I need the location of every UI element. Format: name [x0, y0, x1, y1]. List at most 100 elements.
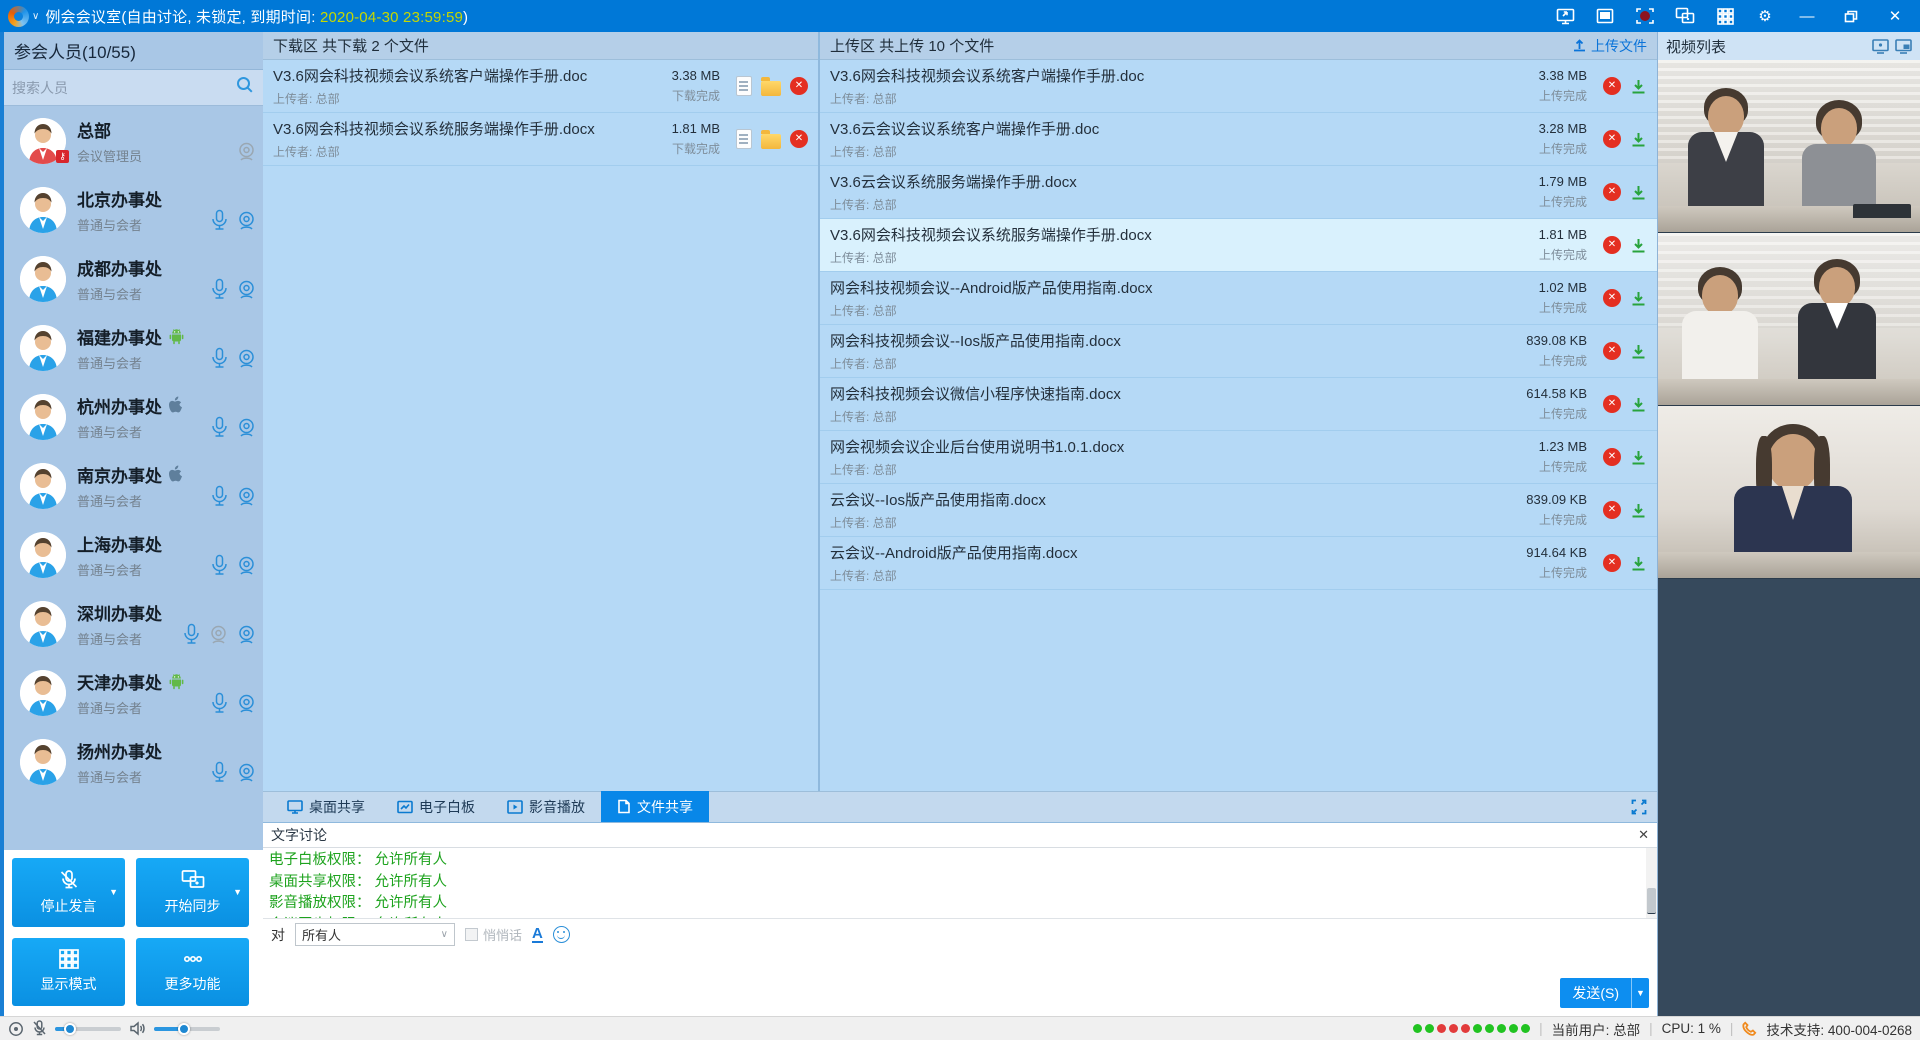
video-thumbnail[interactable] [1658, 60, 1920, 233]
participant-row[interactable]: 扬州办事处 普通与会者 [4, 727, 263, 796]
camera-icon[interactable] [236, 555, 257, 576]
record-icon[interactable] [1630, 4, 1660, 28]
upload-file-row[interactable]: 网会科技视频会议--Android版产品使用指南.docx 上传者: 总部 1.… [820, 272, 1657, 325]
whiteboard-icon[interactable] [1590, 4, 1620, 28]
video-layout-icon[interactable] [1872, 39, 1889, 54]
download-file-icon[interactable] [1630, 449, 1647, 466]
message-input-area[interactable]: 发送(S) ▼ [263, 951, 1657, 1017]
tab-file-share[interactable]: 文件共享 [601, 791, 709, 822]
participant-row[interactable]: 深圳办事处 普通与会者 [4, 589, 263, 658]
delete-file-icon[interactable]: ✕ [1603, 448, 1621, 466]
recipient-dropdown[interactable]: 所有人 ∨ [295, 923, 455, 946]
download-file-icon[interactable] [1630, 131, 1647, 148]
camera-disabled-icon[interactable] [236, 141, 257, 162]
microphone-icon[interactable] [210, 347, 229, 370]
download-file-icon[interactable] [1630, 343, 1647, 360]
microphone-icon[interactable] [210, 692, 229, 715]
tab-media-play[interactable]: 影音播放 [491, 791, 601, 822]
display-grid-icon[interactable] [1710, 4, 1740, 28]
webcam-status-icon[interactable] [8, 1021, 24, 1037]
speaker-icon[interactable] [129, 1021, 146, 1036]
delete-file-icon[interactable]: ✕ [1603, 77, 1621, 95]
camera-icon[interactable] [236, 417, 257, 438]
microphone-muted-icon[interactable] [32, 1020, 47, 1037]
upload-file-row[interactable]: V3.6云会议会议系统客户端操作手册.doc 上传者: 总部 3.28 MB 上… [820, 113, 1657, 166]
minimize-button[interactable]: — [1790, 4, 1824, 28]
download-file-row[interactable]: V3.6网会科技视频会议系统服务端操作手册.docx 上传者: 总部 1.81 … [263, 113, 818, 166]
upload-file-row[interactable]: 网会科技视频会议微信小程序快速指南.docx 上传者: 总部 614.58 KB… [820, 378, 1657, 431]
checkbox-icon[interactable] [465, 928, 478, 941]
screen-share-icon[interactable] [1550, 4, 1580, 28]
upload-file-row[interactable]: V3.6网会科技视频会议系统服务端操作手册.docx 上传者: 总部 1.81 … [820, 219, 1657, 272]
video-popup-icon[interactable] [1895, 39, 1912, 54]
participant-row[interactable]: 天津办事处 普通与会者 [4, 658, 263, 727]
camera-icon[interactable] [236, 210, 257, 231]
participant-row[interactable]: 福建办事处 普通与会者 [4, 313, 263, 382]
participant-row[interactable]: ⚷ 总部 会议管理员 [4, 106, 263, 175]
stop-speaking-button[interactable]: 停止发言 ▼ [12, 858, 125, 927]
delete-file-icon[interactable]: ✕ [1603, 554, 1621, 572]
delete-file-icon[interactable]: ✕ [1603, 501, 1621, 519]
download-file-row[interactable]: V3.6网会科技视频会议系统客户端操作手册.doc 上传者: 总部 3.38 M… [263, 60, 818, 113]
restore-button[interactable] [1834, 4, 1868, 28]
close-button[interactable]: ✕ [1878, 4, 1912, 28]
camera-icon[interactable] [236, 693, 257, 714]
upload-file-row[interactable]: V3.6网会科技视频会议系统客户端操作手册.doc 上传者: 总部 3.38 M… [820, 60, 1657, 113]
camera-icon[interactable] [236, 762, 257, 783]
open-folder-icon[interactable] [761, 81, 781, 96]
microphone-icon[interactable] [210, 416, 229, 439]
more-functions-button[interactable]: 更多功能 [136, 938, 249, 1007]
camera-icon[interactable] [236, 624, 257, 645]
delete-file-icon[interactable]: ✕ [790, 77, 808, 95]
download-file-icon[interactable] [1630, 290, 1647, 307]
chat-scrollbar[interactable] [1646, 848, 1657, 918]
participant-row[interactable]: 杭州办事处 普通与会者 [4, 382, 263, 451]
send-button[interactable]: 发送(S) ▼ [1560, 978, 1649, 1008]
open-file-icon[interactable] [736, 76, 752, 96]
mic-volume-slider[interactable] [55, 1027, 121, 1031]
search-icon[interactable] [235, 75, 255, 100]
camera-icon[interactable] [236, 279, 257, 300]
participant-row[interactable]: 南京办事处 普通与会者 [4, 451, 263, 520]
video-thumbnail[interactable] [1658, 406, 1920, 579]
video-thumbnail[interactable] [1658, 233, 1920, 406]
microphone-icon[interactable] [210, 485, 229, 508]
microphone-icon[interactable] [182, 623, 201, 646]
open-folder-icon[interactable] [761, 134, 781, 149]
upload-file-row[interactable]: V3.6云会议系统服务端操作手册.docx 上传者: 总部 1.79 MB 上传… [820, 166, 1657, 219]
download-file-icon[interactable] [1630, 184, 1647, 201]
download-file-icon[interactable] [1630, 555, 1647, 572]
upload-file-row[interactable]: 云会议--Ios版产品使用指南.docx 上传者: 总部 839.09 KB 上… [820, 484, 1657, 537]
upload-file-link[interactable]: 上传文件 [1572, 36, 1647, 56]
download-file-icon[interactable] [1630, 78, 1647, 95]
settings-gear-icon[interactable]: ⚙ [1750, 4, 1780, 28]
participant-row[interactable]: 上海办事处 普通与会者 [4, 520, 263, 589]
chevron-down-icon[interactable]: ∨ [32, 11, 39, 22]
whisper-checkbox[interactable]: 悄悄话 [465, 925, 522, 944]
tab-desktop-share[interactable]: 桌面共享 [271, 791, 381, 822]
microphone-icon[interactable] [210, 554, 229, 577]
camera-icon[interactable] [236, 348, 257, 369]
upload-file-row[interactable]: 网会视频会议企业后台使用说明书1.0.1.docx 上传者: 总部 1.23 M… [820, 431, 1657, 484]
search-input[interactable] [12, 80, 235, 96]
microphone-icon[interactable] [210, 209, 229, 232]
upload-file-row[interactable]: 网会科技视频会议--Ios版产品使用指南.docx 上传者: 总部 839.08… [820, 325, 1657, 378]
delete-file-icon[interactable]: ✕ [1603, 342, 1621, 360]
participant-row[interactable]: 北京办事处 普通与会者 [4, 175, 263, 244]
delete-file-icon[interactable]: ✕ [1603, 395, 1621, 413]
delete-file-icon[interactable]: ✕ [790, 130, 808, 148]
download-file-icon[interactable] [1630, 396, 1647, 413]
start-sync-button[interactable]: 开始同步 ▼ [136, 858, 249, 927]
delete-file-icon[interactable]: ✕ [1603, 289, 1621, 307]
sync-screens-icon[interactable] [1670, 4, 1700, 28]
open-file-icon[interactable] [736, 129, 752, 149]
microphone-icon[interactable] [210, 761, 229, 784]
microphone-icon[interactable] [210, 278, 229, 301]
download-file-icon[interactable] [1630, 502, 1647, 519]
camera-disabled-icon[interactable] [208, 624, 229, 645]
upload-file-row[interactable]: 云会议--Android版产品使用指南.docx 上传者: 总部 914.64 … [820, 537, 1657, 590]
display-mode-button[interactable]: 显示模式 [12, 938, 125, 1007]
camera-icon[interactable] [236, 486, 257, 507]
fullscreen-icon[interactable] [1631, 799, 1647, 815]
tab-whiteboard[interactable]: 电子白板 [381, 791, 491, 822]
